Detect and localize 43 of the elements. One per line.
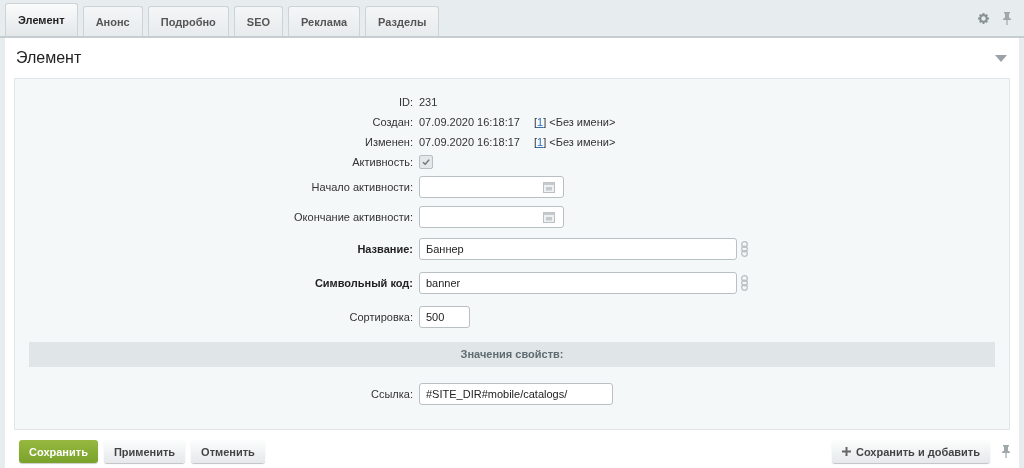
field-label: Создан: [371, 116, 413, 128]
checkmark-icon [421, 157, 431, 167]
field-value: 07.09.2020 16:18:17 [419, 136, 520, 148]
tab[interactable]: SEO [233, 6, 284, 36]
tab[interactable]: Разделы [365, 6, 440, 36]
calendar-icon[interactable] [543, 181, 555, 193]
field-label: Начало активности: [310, 181, 413, 193]
save-and-add-button[interactable]: Сохранить и добавить [831, 440, 990, 463]
author-text: [1] <Без имени> [533, 136, 616, 148]
field-label: Активность: [351, 156, 413, 168]
properties-header: Значения свойств: [29, 342, 995, 367]
field-label: ID: [397, 96, 413, 108]
field-value: 07.09.2020 16:18:17 [419, 116, 520, 128]
text-field[interactable]: 500 [419, 306, 470, 328]
active-checkbox[interactable] [419, 155, 433, 169]
author-text: [1] <Без имени> [533, 116, 616, 128]
tab[interactable]: Реклама [288, 6, 361, 36]
form-button[interactable]: Отменить [191, 440, 265, 463]
field-label: Сортировка: [348, 311, 413, 323]
link-chain-icon[interactable] [741, 275, 748, 291]
date-field[interactable] [419, 176, 564, 198]
form-button[interactable]: Применить [103, 440, 186, 463]
field-label: Изменен: [364, 136, 413, 148]
plus-icon [841, 447, 851, 456]
tab[interactable]: Подробно [147, 6, 229, 36]
field-label: Символьный код: [313, 277, 413, 289]
link-chain-icon[interactable] [741, 241, 748, 257]
field-label: Ссылка: [370, 388, 413, 400]
date-field[interactable] [419, 206, 564, 228]
tab[interactable]: Анонс [82, 6, 143, 36]
collapse-triangle-icon[interactable] [995, 54, 1007, 62]
text-field[interactable]: #SITE_DIR#mobile/catalogs/ [419, 383, 613, 405]
pin-icon[interactable] [1002, 445, 1010, 458]
text-field[interactable]: Баннер [419, 238, 737, 260]
calendar-icon[interactable] [543, 211, 555, 223]
settings-icon[interactable] [978, 12, 989, 24]
field-label: Окончание активности: [293, 211, 413, 223]
pin-icon[interactable] [1003, 11, 1011, 25]
field-value: 231 [419, 96, 438, 108]
tab[interactable]: Элемент [5, 3, 78, 36]
field-label: Название: [356, 243, 413, 255]
section-title: Элемент [16, 49, 82, 67]
text-field[interactable]: banner [419, 272, 737, 294]
